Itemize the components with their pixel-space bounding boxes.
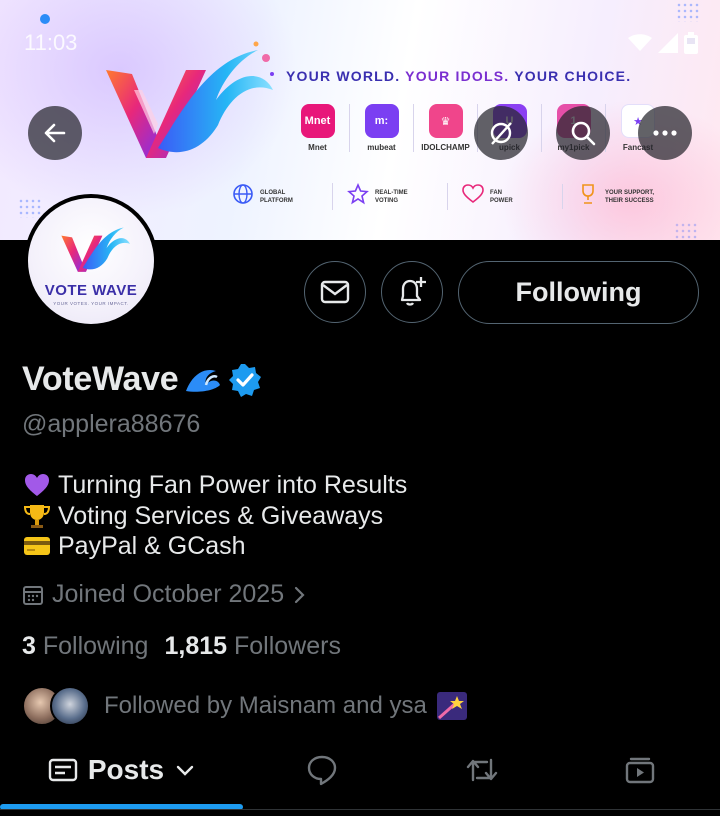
profile-avatar[interactable]: VOTE WAVE YOUR VOTES. YOUR IMPACT.	[24, 194, 158, 328]
heart-icon	[462, 184, 484, 209]
arrow-left-icon	[44, 123, 66, 143]
avatar-title: VOTE WAVE	[44, 282, 138, 299]
banner-feature: YOUR SUPPORT, THEIR SUCCESS	[577, 183, 677, 210]
more-horizontal-icon	[653, 130, 677, 136]
banner-feature: GLOBAL PLATFORM	[232, 183, 333, 210]
trophy-icon	[577, 183, 599, 210]
calendar-icon	[23, 585, 43, 605]
tabs-divider	[0, 809, 720, 810]
purple-heart-icon	[22, 472, 52, 498]
bio-line: Voting Services & Giveaways	[22, 501, 407, 532]
banner-tagline: YOUR WORLD. YOUR IDOLS. YOUR CHOICE.	[286, 68, 632, 84]
avatar-subtitle: YOUR VOTES. YOUR IMPACT.	[53, 301, 129, 306]
banner-feature: FAN POWER	[462, 184, 563, 209]
chevron-down-icon	[176, 765, 194, 776]
banner-dots	[676, 2, 700, 22]
avatar-logo	[61, 227, 130, 272]
feature-label: FAN POWER	[490, 189, 513, 204]
signal-icon	[658, 33, 678, 53]
battery-icon	[684, 32, 698, 54]
platform-name: mubeat	[367, 143, 396, 152]
shooting-star-icon	[436, 692, 467, 720]
follow-stats: 3 Following 1,815 Followers	[22, 632, 341, 661]
platform-item: m: mubeat	[350, 104, 414, 152]
more-button[interactable]	[638, 106, 692, 160]
profile-bio: Turning Fan Power into Results Voting Se…	[22, 470, 407, 562]
notification-dot	[40, 14, 50, 24]
profile-name: VoteWave	[22, 360, 179, 398]
tab-replies[interactable]	[296, 740, 348, 800]
chevron-right-icon	[295, 586, 305, 603]
follower-avatars	[22, 686, 94, 726]
banner-dots	[18, 198, 42, 218]
mail-icon	[320, 280, 350, 304]
status-time: 11:03	[24, 30, 78, 55]
search-button[interactable]	[556, 106, 610, 160]
media-icon	[625, 757, 655, 784]
feature-label: YOUR SUPPORT, THEIR SUCCESS	[605, 189, 655, 204]
profile-tabs: Posts	[0, 740, 720, 808]
notifications-button[interactable]	[381, 261, 443, 323]
tab-reposts[interactable]	[456, 740, 508, 800]
globe-icon	[232, 183, 254, 210]
trophy-icon	[22, 503, 52, 529]
following-stat[interactable]: 3 Following	[22, 632, 148, 661]
mnet-icon: Mnet	[300, 104, 335, 138]
tab-media[interactable]	[614, 740, 666, 800]
platform-item: ♛ IDOLCHAMP	[414, 104, 478, 152]
verified-badge-icon[interactable]	[228, 363, 262, 397]
followed-by[interactable]: Followed by Maisnam and ysa	[22, 686, 467, 726]
idolchamp-icon: ♛	[428, 104, 463, 138]
credit-card-icon	[22, 533, 52, 559]
star-icon	[347, 182, 369, 210]
votewave-logo	[106, 41, 274, 158]
platform-name: IDOLCHAMP	[421, 143, 470, 152]
avatar	[50, 686, 90, 726]
status-icons	[628, 32, 698, 54]
grok-icon	[490, 122, 512, 145]
feature-label: GLOBAL PLATFORM	[260, 189, 293, 204]
following-button[interactable]: Following	[458, 261, 699, 324]
tab-posts[interactable]: Posts	[22, 740, 222, 800]
bio-line: Turning Fan Power into Results	[22, 470, 407, 501]
wave-emoji-icon	[186, 369, 221, 392]
joined-date[interactable]: Joined October 2025	[22, 580, 308, 609]
reply-bubble-icon	[307, 755, 337, 786]
feature-label: REAL-TIME VOTING	[375, 189, 408, 204]
platform-name: Mnet	[308, 143, 327, 152]
wifi-icon	[628, 34, 652, 51]
back-button[interactable]	[28, 106, 82, 160]
profile-name-row: VoteWave	[22, 360, 262, 399]
grok-button[interactable]	[474, 106, 528, 160]
banner-dots	[674, 222, 698, 240]
repost-icon	[466, 758, 498, 782]
profile-handle: @applera88676	[22, 410, 201, 438]
message-button[interactable]	[304, 261, 366, 323]
followers-stat[interactable]: 1,815 Followers	[164, 632, 341, 661]
bio-line: PayPal & GCash	[22, 531, 407, 562]
mubeat-icon: m:	[364, 104, 399, 138]
bell-plus-icon	[400, 277, 426, 306]
platform-item: Mnet Mnet	[286, 104, 350, 152]
banner-features: GLOBAL PLATFORM REAL-TIME VOTING FAN POWER…	[232, 182, 691, 210]
posts-icon	[48, 758, 78, 782]
search-icon	[571, 121, 596, 146]
banner-feature: REAL-TIME VOTING	[347, 182, 448, 210]
